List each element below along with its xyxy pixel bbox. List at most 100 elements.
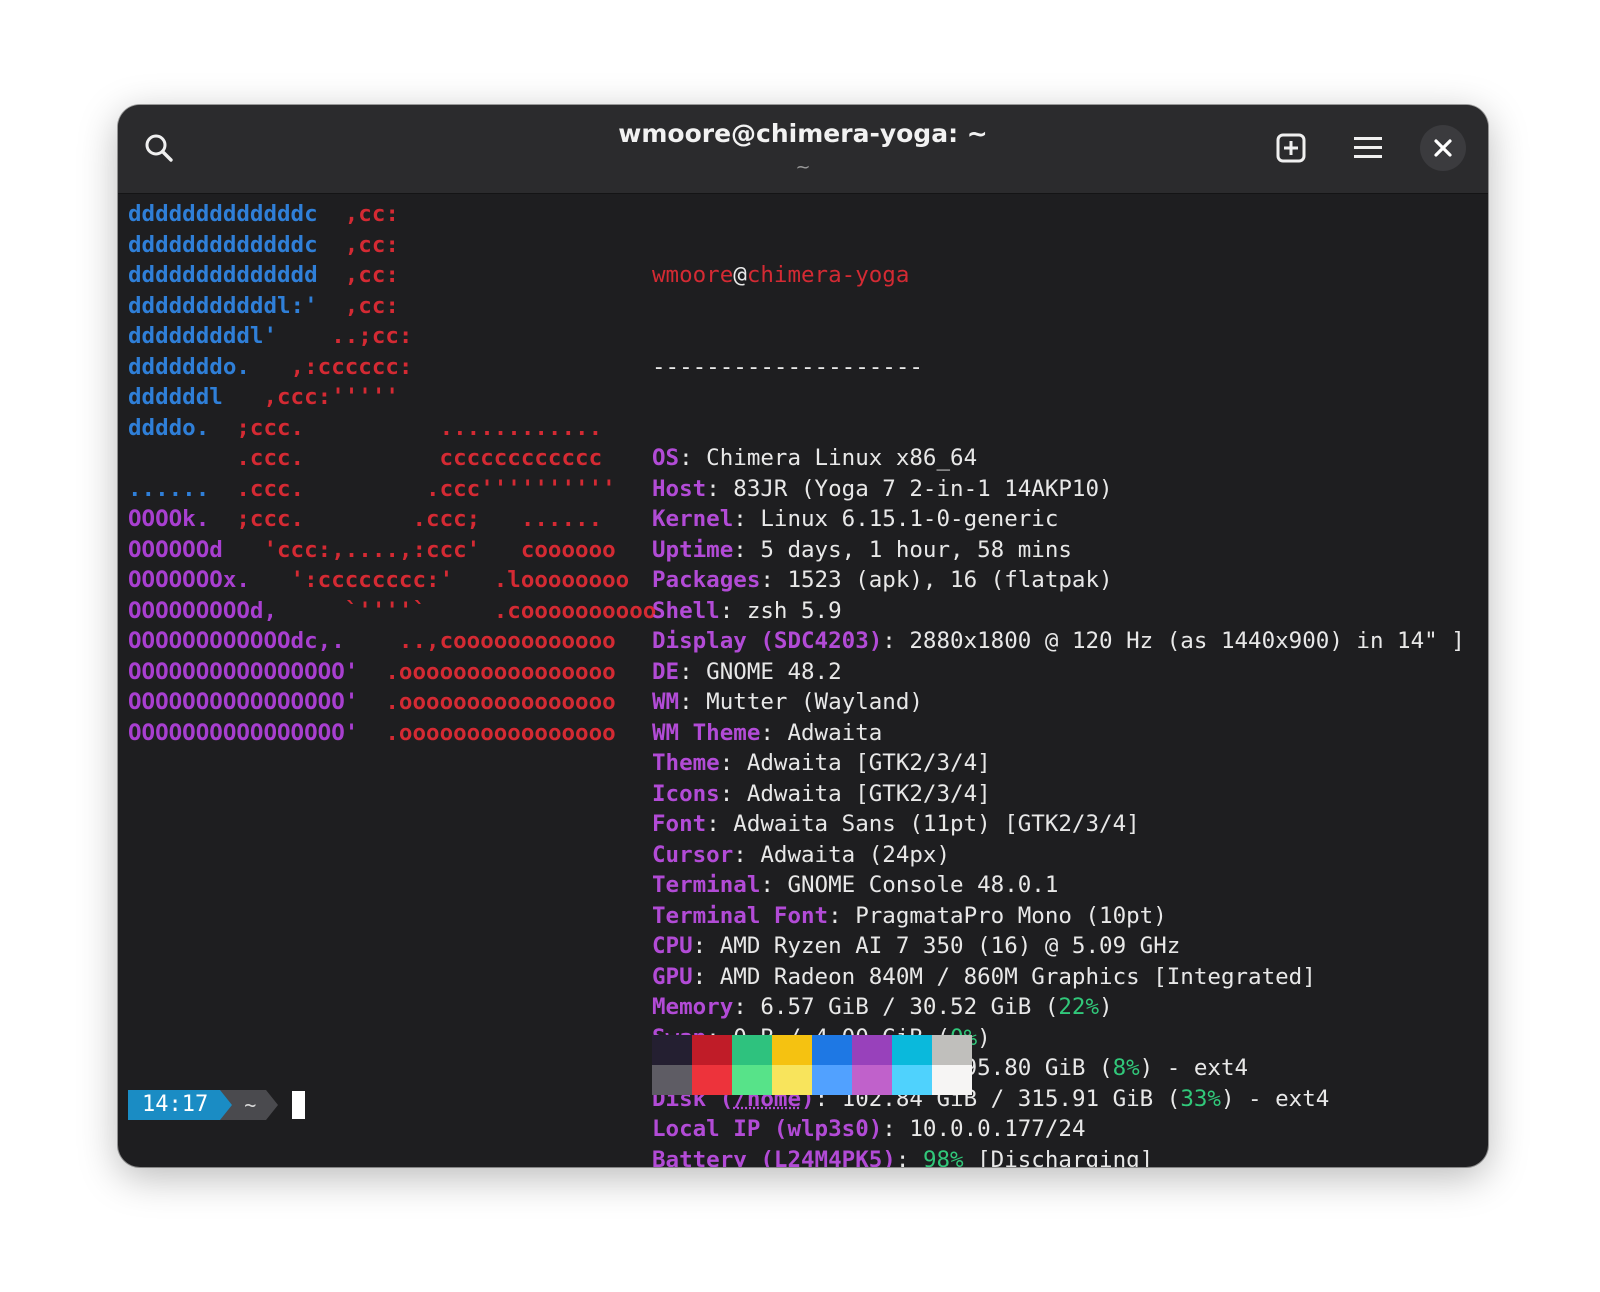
logo-segment: ,cc:	[317, 262, 399, 288]
info-row: Shell: zsh 5.9	[652, 596, 1465, 627]
hamburger-menu-icon	[1354, 137, 1382, 158]
info-value: : zsh 5.9	[719, 597, 842, 624]
info-value: : Adwaita	[760, 719, 883, 746]
logo-segment: ;ccc. .ccc; ......	[209, 506, 603, 532]
info-row: DE: GNOME 48.2	[652, 657, 1465, 688]
logo-segment: dddddddddl'	[128, 323, 278, 349]
main-menu-button[interactable]	[1345, 125, 1391, 171]
info-key: Local IP (wlp3s0)	[652, 1116, 883, 1142]
logo-segment: .oooooooooooooooo	[358, 719, 616, 746]
info-row: Cursor: Adwaita (24px)	[652, 840, 1465, 871]
logo-segment: ,:cccccc:	[249, 353, 413, 380]
terminal-output[interactable]: dddddddddddddc ,cc: dddddddddddddc ,cc: dd…	[128, 195, 1478, 1167]
logo-segment: dddddddo.	[128, 353, 250, 380]
info-value: : GNOME Console 48.0.1	[760, 872, 1059, 898]
info-value: : 5 days, 1 hour, 58 mins	[733, 536, 1072, 563]
info-value: : Adwaita Sans (11pt) [GTK2/3/4]	[706, 811, 1140, 837]
logo-segment: dddddddddddl:'	[128, 292, 318, 319]
palette-swatch	[852, 1065, 892, 1095]
palette-swatch	[852, 1035, 892, 1065]
info-value: : Linux 6.15.1-0-generic	[733, 506, 1059, 532]
logo-segment: ddddo.	[128, 414, 210, 441]
logo-line: ...... .ccc. .ccc''''''''''	[128, 474, 656, 505]
info-percent: 33%	[1180, 1085, 1221, 1112]
separator-line: --------------------	[652, 353, 923, 380]
logo-line: OOOOOOd 'ccc:,....,:ccc' coooooo	[128, 535, 656, 566]
info-key: DE	[652, 658, 680, 685]
info-percent: 22%	[1058, 994, 1100, 1020]
info-value: : PragmataPro Mono (10pt)	[828, 902, 1167, 929]
info-value: : AMD Radeon 840M / 860M Graphics [Integ…	[692, 963, 1316, 990]
logo-segment: ,cc:	[317, 201, 399, 227]
info-key: Terminal	[652, 872, 761, 898]
prompt-directory: ~	[232, 1090, 267, 1120]
logo-line: dddddddddddl:' ,cc:	[128, 291, 656, 322]
logo-line: dddddddo. ,:cccccc:	[128, 352, 656, 383]
logo-segment: ddddddl	[128, 384, 223, 410]
info-value: : 10.0.0.177/24	[882, 1116, 1086, 1142]
info-value: : Adwaita [GTK2/3/4]	[719, 750, 991, 776]
logo-segment: OOOOOOd	[128, 536, 223, 563]
info-value: :	[895, 1146, 923, 1168]
info-key: Uptime	[652, 536, 734, 563]
new-tab-icon	[1276, 133, 1306, 163]
palette-swatch	[692, 1065, 732, 1095]
info-row: Memory: 6.57 GiB / 30.52 GiB (22%)	[652, 992, 1465, 1023]
info-percent: 98%	[922, 1146, 964, 1168]
info-value: : Adwaita [GTK2/3/4]	[719, 780, 991, 807]
logo-segment: ,ccc:'''''	[222, 384, 399, 410]
header-bar: wmoore@chimera-yoga: ~ ~	[118, 105, 1488, 194]
logo-segment: ......	[128, 475, 223, 502]
logo-line: dddddddddddddd ,cc:	[128, 260, 656, 291]
info-key: CPU	[652, 933, 693, 959]
info-percent: 8%	[1112, 1055, 1140, 1081]
logo-segment: OOOOk.	[128, 506, 210, 532]
new-tab-button[interactable]	[1268, 125, 1314, 171]
info-row: Theme: Adwaita [GTK2/3/4]	[652, 748, 1465, 779]
logo-line: ddddddl ,ccc:'''''	[128, 382, 656, 413]
info-value: : Adwaita (24px)	[733, 841, 951, 868]
logo-segment: ;ccc. ............	[209, 414, 603, 441]
info-row: WM Theme: Adwaita	[652, 718, 1465, 749]
info-key: Theme	[652, 750, 720, 776]
logo-segment: OOOOOOOOOOOOdc,.	[128, 628, 345, 654]
palette-swatch	[932, 1035, 972, 1065]
info-key: Terminal Font	[652, 902, 829, 929]
info-row: Packages: 1523 (apk), 16 (flatpak)	[652, 565, 1465, 596]
logo-segment: dddddddddddddd	[128, 262, 318, 288]
logo-line: dddddddddl' ..;cc:	[128, 321, 656, 352]
info-value: : Chimera Linux x86_64	[679, 445, 978, 471]
logo-segment: OOOOOOOx.	[128, 567, 250, 593]
info-key: OS	[652, 445, 680, 471]
info-row: Kernel: Linux 6.15.1-0-generic	[652, 504, 1465, 535]
info-row: Uptime: 5 days, 1 hour, 58 mins	[652, 535, 1465, 566]
info-row: Display (SDC4203): 2880x1800 @ 120 Hz (a…	[652, 626, 1465, 657]
logo-segment: .ccc. .ccc''''''''''	[222, 475, 616, 502]
logo-segment: dddddddddddddc	[128, 231, 318, 258]
info-key: Shell	[652, 597, 720, 624]
info-key: Icons	[652, 780, 720, 807]
logo-segment: ,cc:	[317, 292, 399, 319]
palette-swatch	[812, 1065, 852, 1095]
palette-swatch	[892, 1035, 932, 1065]
logo-segment: dddddddddddddc	[128, 201, 318, 227]
logo-line: dddddddddddddc ,cc:	[128, 199, 656, 230]
palette-swatch	[652, 1035, 692, 1065]
user-host-line: wmoore@chimera-yoga	[652, 260, 1465, 291]
logo-segment: OOOOOOOOOOOOOOOO'	[128, 658, 359, 685]
at-sign: @	[733, 262, 747, 288]
info-key: GPU	[652, 963, 693, 990]
prompt-end-arrow	[266, 1090, 279, 1120]
close-button[interactable]	[1420, 125, 1466, 171]
logo-line: OOOOk. ;ccc. .ccc; ......	[128, 504, 656, 535]
prompt-separator-arrow	[220, 1090, 233, 1120]
terminal-window: wmoore@chimera-yoga: ~ ~ dddddddddddddc	[118, 105, 1488, 1167]
logo-line: OOOOOOOOOOOOOOOO' .oooooooooooooooo	[128, 657, 656, 688]
ascii-logo: dddddddddddddc ,cc: dddddddddddddc ,cc: dd…	[128, 199, 656, 748]
shell-prompt[interactable]: 14:17 ~	[128, 1089, 306, 1121]
logo-segment: 'ccc:,....,:ccc' coooooo	[222, 536, 616, 563]
palette-swatch	[772, 1065, 812, 1095]
logo-line: ddddo. ;ccc. ............	[128, 413, 656, 444]
text-cursor	[292, 1091, 306, 1119]
info-row: WM: Mutter (Wayland)	[652, 687, 1465, 718]
